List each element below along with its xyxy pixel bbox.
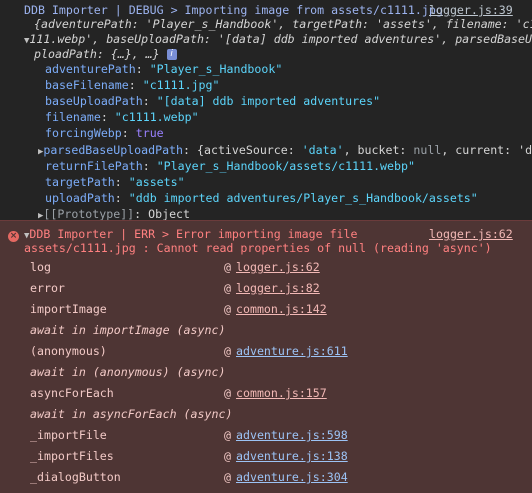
stack-source-link[interactable]: common.js:157	[236, 385, 327, 401]
property-colon: :	[135, 62, 150, 76]
property-value: "c1111.jpg"	[142, 78, 220, 93]
stack-source-link[interactable]: common.js:142	[236, 301, 327, 317]
preview-text: ploadPath: {…}, …}	[34, 47, 160, 61]
property-row: baseUploadPath: "[data] ddb imported adv…	[38, 93, 380, 109]
property-colon: :	[100, 110, 115, 125]
stack-source-link[interactable]: logger.js:62	[236, 259, 320, 275]
property-value: "[data] ddb imported adventures"	[156, 94, 381, 109]
property-key: targetPath	[44, 174, 115, 189]
property-value: "ddb imported adventures/Player_s_Handbo…	[128, 190, 478, 205]
stack-source-link[interactable]: adventure.js:304	[236, 469, 348, 485]
stack-source-link[interactable]: adventure.js:598	[236, 427, 348, 443]
async-boundary-label: await in importImage (async)	[30, 323, 226, 337]
property-value: "c1111.webp"	[114, 110, 199, 125]
property-row: returnFilePath: "Player_s_Handbook/asset…	[38, 158, 415, 174]
property-value: "Player_s_Handbook"	[149, 62, 283, 76]
property-row: baseFilename: "c1111.jpg"	[38, 77, 220, 93]
property-colon: :	[134, 206, 149, 221]
object-preview-line-3[interactable]: ploadPath: {…}, …} i	[34, 46, 177, 62]
property-value: true	[135, 126, 164, 141]
property-colon: :	[121, 126, 136, 141]
stack-function-name: (anonymous)	[30, 344, 107, 358]
stack-at-sign: @	[224, 281, 231, 295]
stack-function-name: log	[30, 260, 51, 274]
preview-text: 111.webp', baseUploadPath: '[data] ddb i…	[29, 32, 532, 46]
stack-function-name: _importFiles	[30, 449, 114, 463]
property-colon: :	[114, 174, 129, 189]
property-colon: :	[142, 94, 157, 109]
stack-at-sign: @	[224, 344, 231, 358]
property-key: baseUploadPath	[44, 94, 143, 109]
property-colon: :	[128, 78, 143, 93]
stack-source-link[interactable]: logger.js:82	[236, 280, 320, 296]
property-value: Object	[148, 206, 191, 221]
property-key: baseFilename	[44, 78, 129, 93]
stack-source-link[interactable]: adventure.js:611	[236, 343, 348, 359]
async-boundary-label: await in (anonymous) (async)	[30, 365, 226, 379]
stack-at-sign: @	[224, 428, 231, 442]
property-row: uploadPath: "ddb imported adventures/Pla…	[38, 190, 478, 206]
stack-function-name: _importFile	[30, 428, 107, 442]
property-key: adventurePath	[44, 62, 136, 76]
property-key: [[Prototype]]	[43, 206, 135, 221]
stack-source-link[interactable]: adventure.js:138	[236, 448, 348, 464]
property-key: parsedBaseUploadPath	[43, 142, 184, 157]
stack-function-name: asyncForEach	[30, 386, 114, 400]
property-row: filename: "c1111.webp"	[38, 109, 199, 125]
property-row: targetPath: "assets"	[38, 174, 185, 190]
property-key: filename	[44, 110, 101, 125]
stack-at-sign: @	[224, 470, 231, 484]
object-preview-line-1[interactable]: {adventurePath: 'Player_s_Handbook', tar…	[34, 16, 532, 32]
stack-at-sign: @	[224, 260, 231, 274]
property-row: forcingWebp: true	[38, 125, 164, 141]
property-value: "assets"	[128, 174, 185, 189]
info-icon[interactable]: i	[166, 49, 177, 60]
property-row: adventurePath: "Player_s_Handbook"	[38, 61, 282, 77]
property-key: forcingWebp	[44, 126, 122, 141]
stack-function-name: _dialogButton	[30, 470, 121, 484]
property-value: {activeSource: 'data', bucket: null, cur…	[197, 142, 532, 157]
stack-function-name: error	[30, 281, 65, 295]
property-colon: :	[142, 158, 157, 173]
stack-at-sign: @	[224, 449, 231, 463]
property-key: returnFilePath	[44, 158, 143, 173]
error-icon: ×	[8, 231, 19, 242]
error-message-line-2: assets/c1111.jpg : Cannot read propertie…	[24, 241, 492, 255]
stack-at-sign: @	[224, 386, 231, 400]
property-value: "Player_s_Handbook/assets/c1111.webp"	[156, 158, 415, 173]
property-colon: :	[114, 190, 129, 205]
stack-at-sign: @	[224, 302, 231, 316]
async-boundary-label: await in asyncForEach (async)	[30, 407, 233, 421]
stack-function-name: importImage	[30, 302, 107, 316]
property-colon: :	[183, 142, 197, 157]
preview-text: {adventurePath: 'Player_s_Handbook', tar…	[34, 17, 532, 31]
property-key: uploadPath	[44, 190, 115, 205]
